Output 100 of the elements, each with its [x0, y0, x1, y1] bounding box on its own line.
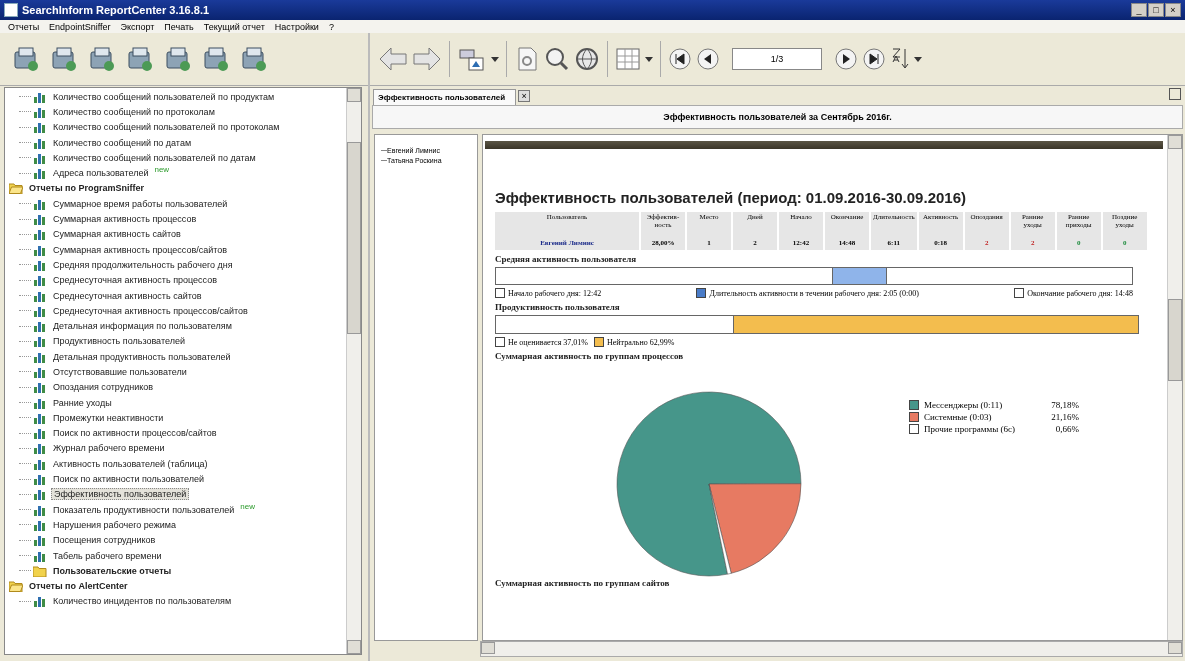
- scroll-up-icon[interactable]: [1168, 135, 1182, 149]
- chart-icon: [33, 167, 47, 180]
- last-page-icon[interactable]: [862, 47, 886, 71]
- scroll-thumb[interactable]: [347, 142, 361, 334]
- app-logo-icon: [4, 3, 18, 17]
- scroll-thumb[interactable]: [1168, 299, 1182, 381]
- previous-page-icon[interactable]: [696, 47, 720, 71]
- panel-menu-icon[interactable]: [1169, 88, 1181, 100]
- tree-folder[interactable]: Пользовательские отчеты: [51, 565, 174, 576]
- tree-item[interactable]: Ранние уходы: [51, 397, 114, 408]
- new-label: new: [240, 502, 255, 511]
- chart-icon: [33, 427, 47, 440]
- zoom-icon[interactable]: [544, 46, 570, 72]
- new-label: new: [154, 165, 170, 175]
- dropdown-caret-icon[interactable]: [491, 56, 499, 62]
- chart-icon: [33, 136, 47, 149]
- chart-icon: [33, 274, 47, 287]
- tree-item[interactable]: Среднесуточная активность процессов/сайтов: [51, 305, 250, 316]
- tree-item[interactable]: Промежутки неактивности: [51, 412, 166, 423]
- tree-item[interactable]: Опоздания сотрудников: [51, 382, 156, 393]
- legend-label: Не оценивается 37,01%: [508, 337, 588, 347]
- tree-item[interactable]: Продуктивность пользователей: [51, 336, 187, 347]
- scrollbar[interactable]: [346, 88, 361, 654]
- scroll-down-icon[interactable]: [347, 640, 361, 654]
- chart-icon: [33, 151, 47, 164]
- legend-label: Начало рабочего дня: 12:42: [508, 288, 602, 298]
- tree-item[interactable]: Среднесуточная активность сайтов: [51, 290, 204, 301]
- legend-label: Системные (0:03): [924, 412, 993, 422]
- chart-icon: [33, 473, 47, 486]
- tree-item[interactable]: Отсутствовавшие пользователи: [51, 367, 189, 377]
- tree-item[interactable]: Суммарное время работы пользователей: [51, 198, 230, 209]
- tree-item[interactable]: Нарушения рабочего режима: [51, 519, 178, 530]
- chart-icon: [33, 304, 47, 317]
- tree-item[interactable]: Среднесуточная активность процессов: [51, 275, 219, 286]
- globe-icon[interactable]: [574, 46, 600, 72]
- chart-icon: [33, 381, 47, 394]
- scrollbar[interactable]: [480, 641, 1183, 657]
- legend-label: Мессенджеры (0:11): [924, 400, 1004, 410]
- tree-item[interactable]: Количество сообщений пользователей по протоколам: [51, 122, 282, 133]
- scroll-left-icon[interactable]: [481, 642, 495, 654]
- chart-icon: [33, 258, 47, 271]
- tree-item[interactable]: Журнал рабочего времени: [51, 443, 167, 454]
- tree-item[interactable]: Показатель продуктивности пользователей: [51, 504, 237, 515]
- window-control-button[interactable]: _: [1131, 3, 1147, 17]
- page-number-field[interactable]: 1/3: [732, 48, 822, 70]
- menu-item[interactable]: Отчеты: [8, 21, 40, 32]
- chart-icon: [33, 105, 47, 118]
- tree-item[interactable]: Посещения сотрудников: [51, 535, 158, 546]
- scroll-up-icon[interactable]: [347, 88, 361, 102]
- first-page-icon[interactable]: [668, 47, 692, 71]
- report-heading: Эффективность пользователей (период: 01.09.2016-30.09.2016): [495, 189, 967, 206]
- tree-item[interactable]: Средняя продолжительность рабочего дня: [51, 259, 235, 270]
- next-page-icon[interactable]: [834, 47, 858, 71]
- menu-item[interactable]: Текущий отчет: [203, 21, 265, 32]
- chart-icon: [33, 366, 47, 378]
- dropdown-caret-icon[interactable]: [645, 56, 653, 62]
- tree-item[interactable]: Количество сообщений пользователей по датам: [51, 152, 258, 163]
- forward-arrow-icon[interactable]: [412, 46, 442, 72]
- legend-label: Длительность активности в течении рабочего дня: 2:05 (0:00): [709, 288, 919, 298]
- section-title: Средняя активность пользователя: [495, 254, 638, 264]
- close-button[interactable]: ×: [518, 90, 531, 102]
- export-icon[interactable]: [457, 46, 487, 72]
- chart-icon: [33, 243, 47, 256]
- menu-item[interactable]: Печать: [164, 21, 194, 32]
- scroll-right-icon[interactable]: [1168, 642, 1182, 654]
- section-title: Продуктивность пользователя: [495, 302, 621, 312]
- tree-item[interactable]: Табель рабочего времени: [51, 550, 164, 561]
- legend-label: Нейтрально 62,99%: [607, 337, 675, 347]
- tree-item[interactable]: Количество сообщений пользователей по продуктам: [51, 91, 277, 102]
- tree-item[interactable]: Суммарная активность сайтов: [51, 229, 183, 240]
- chart-icon: [33, 228, 47, 241]
- menu-item[interactable]: Экспорт: [120, 21, 155, 32]
- tree-item[interactable]: Суммарная активность процессов: [51, 214, 199, 224]
- tree-folder[interactable]: Отчеты по AlertCenter: [27, 581, 130, 592]
- tree-item[interactable]: Количество сообщений по датам: [51, 137, 194, 148]
- tree-item[interactable]: Количество сообщений по протоколам: [51, 106, 217, 117]
- chart-icon: [33, 335, 47, 348]
- tree-item[interactable]: Детальная продуктивность пользователей: [51, 351, 233, 362]
- tree-item[interactable]: Детальная информация по пользователям: [51, 321, 234, 332]
- window-control-button[interactable]: ×: [1165, 3, 1181, 17]
- chart-icon: [33, 289, 47, 302]
- menu-item[interactable]: EndpointSniffer: [49, 21, 111, 32]
- back-arrow-icon[interactable]: [378, 46, 408, 72]
- menu-item[interactable]: ?: [328, 21, 334, 32]
- dropdown-caret-icon[interactable]: [914, 56, 922, 62]
- chart-icon: [33, 350, 47, 363]
- menu-item[interactable]: Настройки: [274, 21, 319, 32]
- tree-item[interactable]: Адреса пользователей: [51, 168, 151, 179]
- tree-item[interactable]: Поиск по активности пользователей: [51, 474, 207, 485]
- window-control-button[interactable]: □: [1148, 3, 1164, 17]
- tree-item[interactable]: Активность пользователей (таблица): [51, 458, 210, 469]
- chart-icon: [33, 90, 47, 103]
- scrollbar[interactable]: [1167, 135, 1182, 640]
- tree-folder[interactable]: Отчеты по ProgramSniffer: [27, 183, 147, 194]
- tree-item[interactable]: Эффективность пользователей: [51, 488, 190, 501]
- tree-item[interactable]: Суммарная активность процессов/сайтов: [51, 244, 230, 255]
- tree-item[interactable]: Количество инцидентов по пользователям: [51, 596, 234, 607]
- chart-icon: [33, 411, 47, 424]
- report-tab[interactable]: Эффективность пользователей: [373, 89, 517, 105]
- tree-item[interactable]: Поиск по активности процессов/сайтов: [51, 428, 219, 439]
